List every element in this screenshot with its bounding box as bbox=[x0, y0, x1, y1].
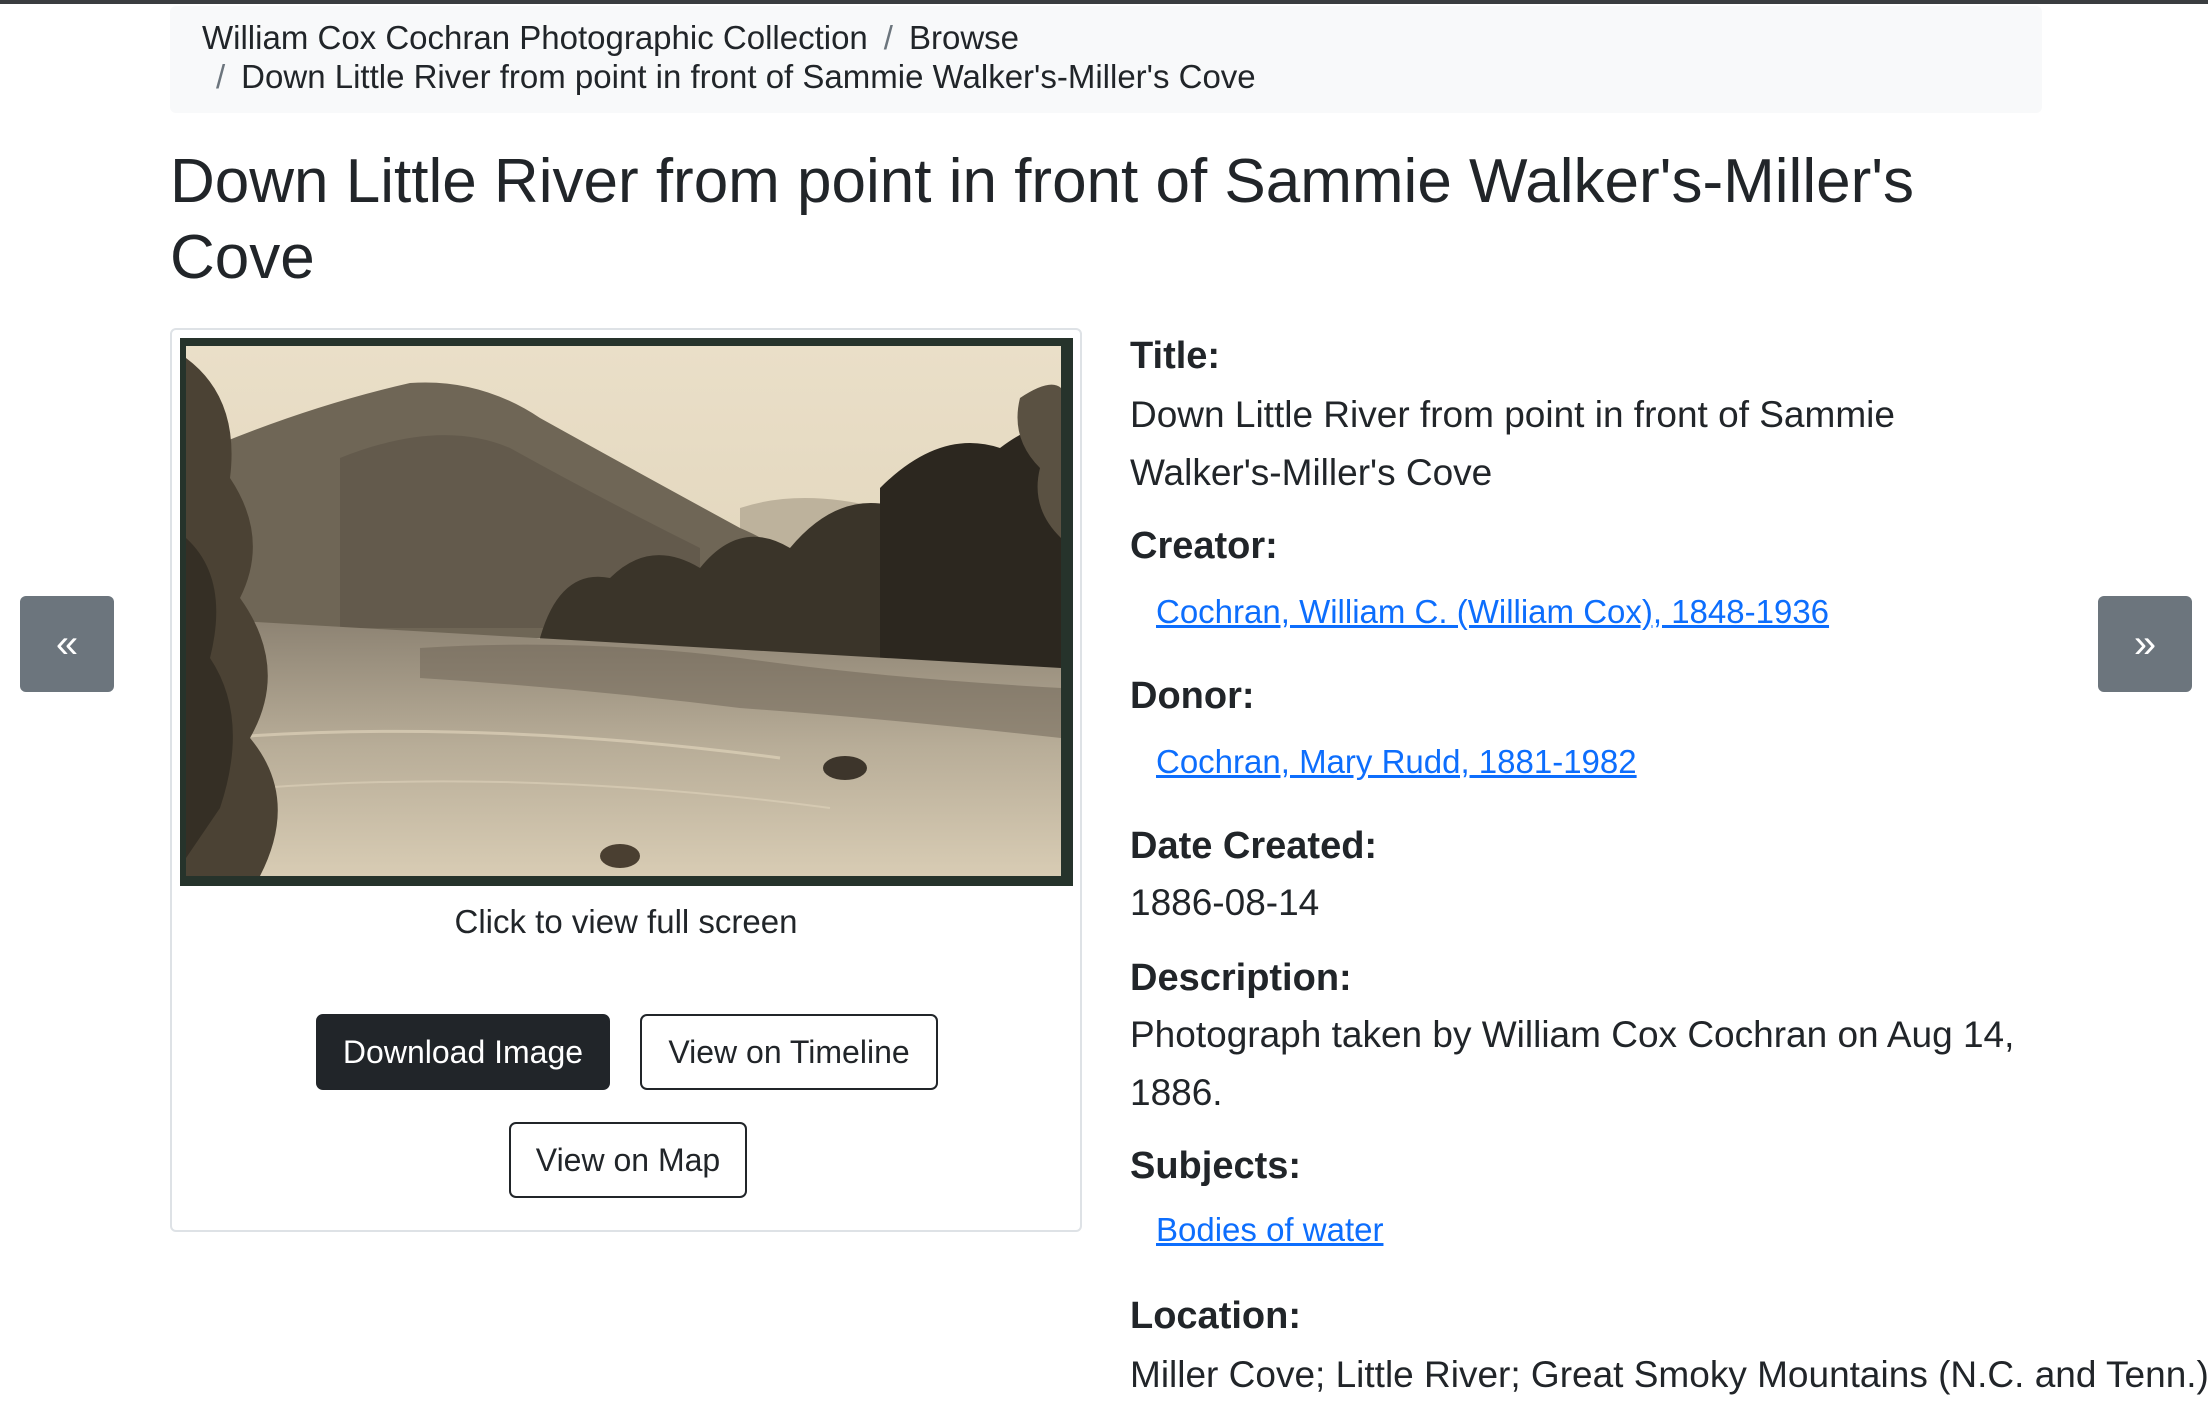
breadcrumb: William Cox Cochran Photographic Collect… bbox=[170, 6, 2042, 113]
donor-label: Donor: bbox=[1130, 675, 1255, 717]
location-value: Miller Cove; Little River; Great Smoky M… bbox=[1130, 1354, 2208, 1395]
title-value: Down Little River from point in front of… bbox=[1130, 394, 1895, 493]
view-on-map-button[interactable]: View on Map bbox=[509, 1122, 747, 1198]
description-label: Description: bbox=[1130, 957, 1352, 999]
image-card: Click to view full screen Download Image… bbox=[170, 328, 1082, 1232]
photograph-thumbnail[interactable] bbox=[180, 338, 1073, 886]
breadcrumb-collection-link[interactable]: William Cox Cochran Photographic Collect… bbox=[202, 19, 868, 56]
previous-item-button[interactable]: « bbox=[20, 596, 114, 692]
photo-caption: Click to view full screen bbox=[454, 903, 798, 940]
subject-link[interactable]: Bodies of water bbox=[1156, 1206, 1383, 1254]
breadcrumb-separator: / bbox=[216, 58, 226, 95]
river-photograph-image bbox=[180, 338, 1073, 886]
description-value: Photograph taken by William Cox Cochran … bbox=[1130, 1014, 2015, 1113]
breadcrumb-browse-link[interactable]: Browse bbox=[909, 19, 1019, 56]
view-on-timeline-button[interactable]: View on Timeline bbox=[640, 1014, 938, 1090]
top-border bbox=[0, 0, 2208, 4]
date-created-value: 1886-08-14 bbox=[1130, 882, 1320, 923]
date-created-label: Date Created: bbox=[1130, 825, 1378, 867]
creator-label: Creator: bbox=[1130, 525, 1278, 567]
breadcrumb-current: Down Little River from point in front of… bbox=[241, 58, 1256, 95]
breadcrumb-separator: / bbox=[883, 19, 893, 56]
page-title: Down Little River from point in front of… bbox=[170, 147, 1915, 292]
subjects-label: Subjects: bbox=[1130, 1145, 1302, 1187]
creator-link[interactable]: Cochran, William C. (William Cox), 1848-… bbox=[1156, 588, 1829, 636]
location-label: Location: bbox=[1130, 1295, 1301, 1337]
download-image-button[interactable]: Download Image bbox=[316, 1014, 610, 1090]
breadcrumb-row: / Down Little River from point in front o… bbox=[216, 53, 1256, 101]
donor-link[interactable]: Cochran, Mary Rudd, 1881-1982 bbox=[1156, 738, 1637, 786]
title-label: Title: bbox=[1130, 335, 1221, 377]
next-item-button[interactable]: » bbox=[2098, 596, 2192, 692]
